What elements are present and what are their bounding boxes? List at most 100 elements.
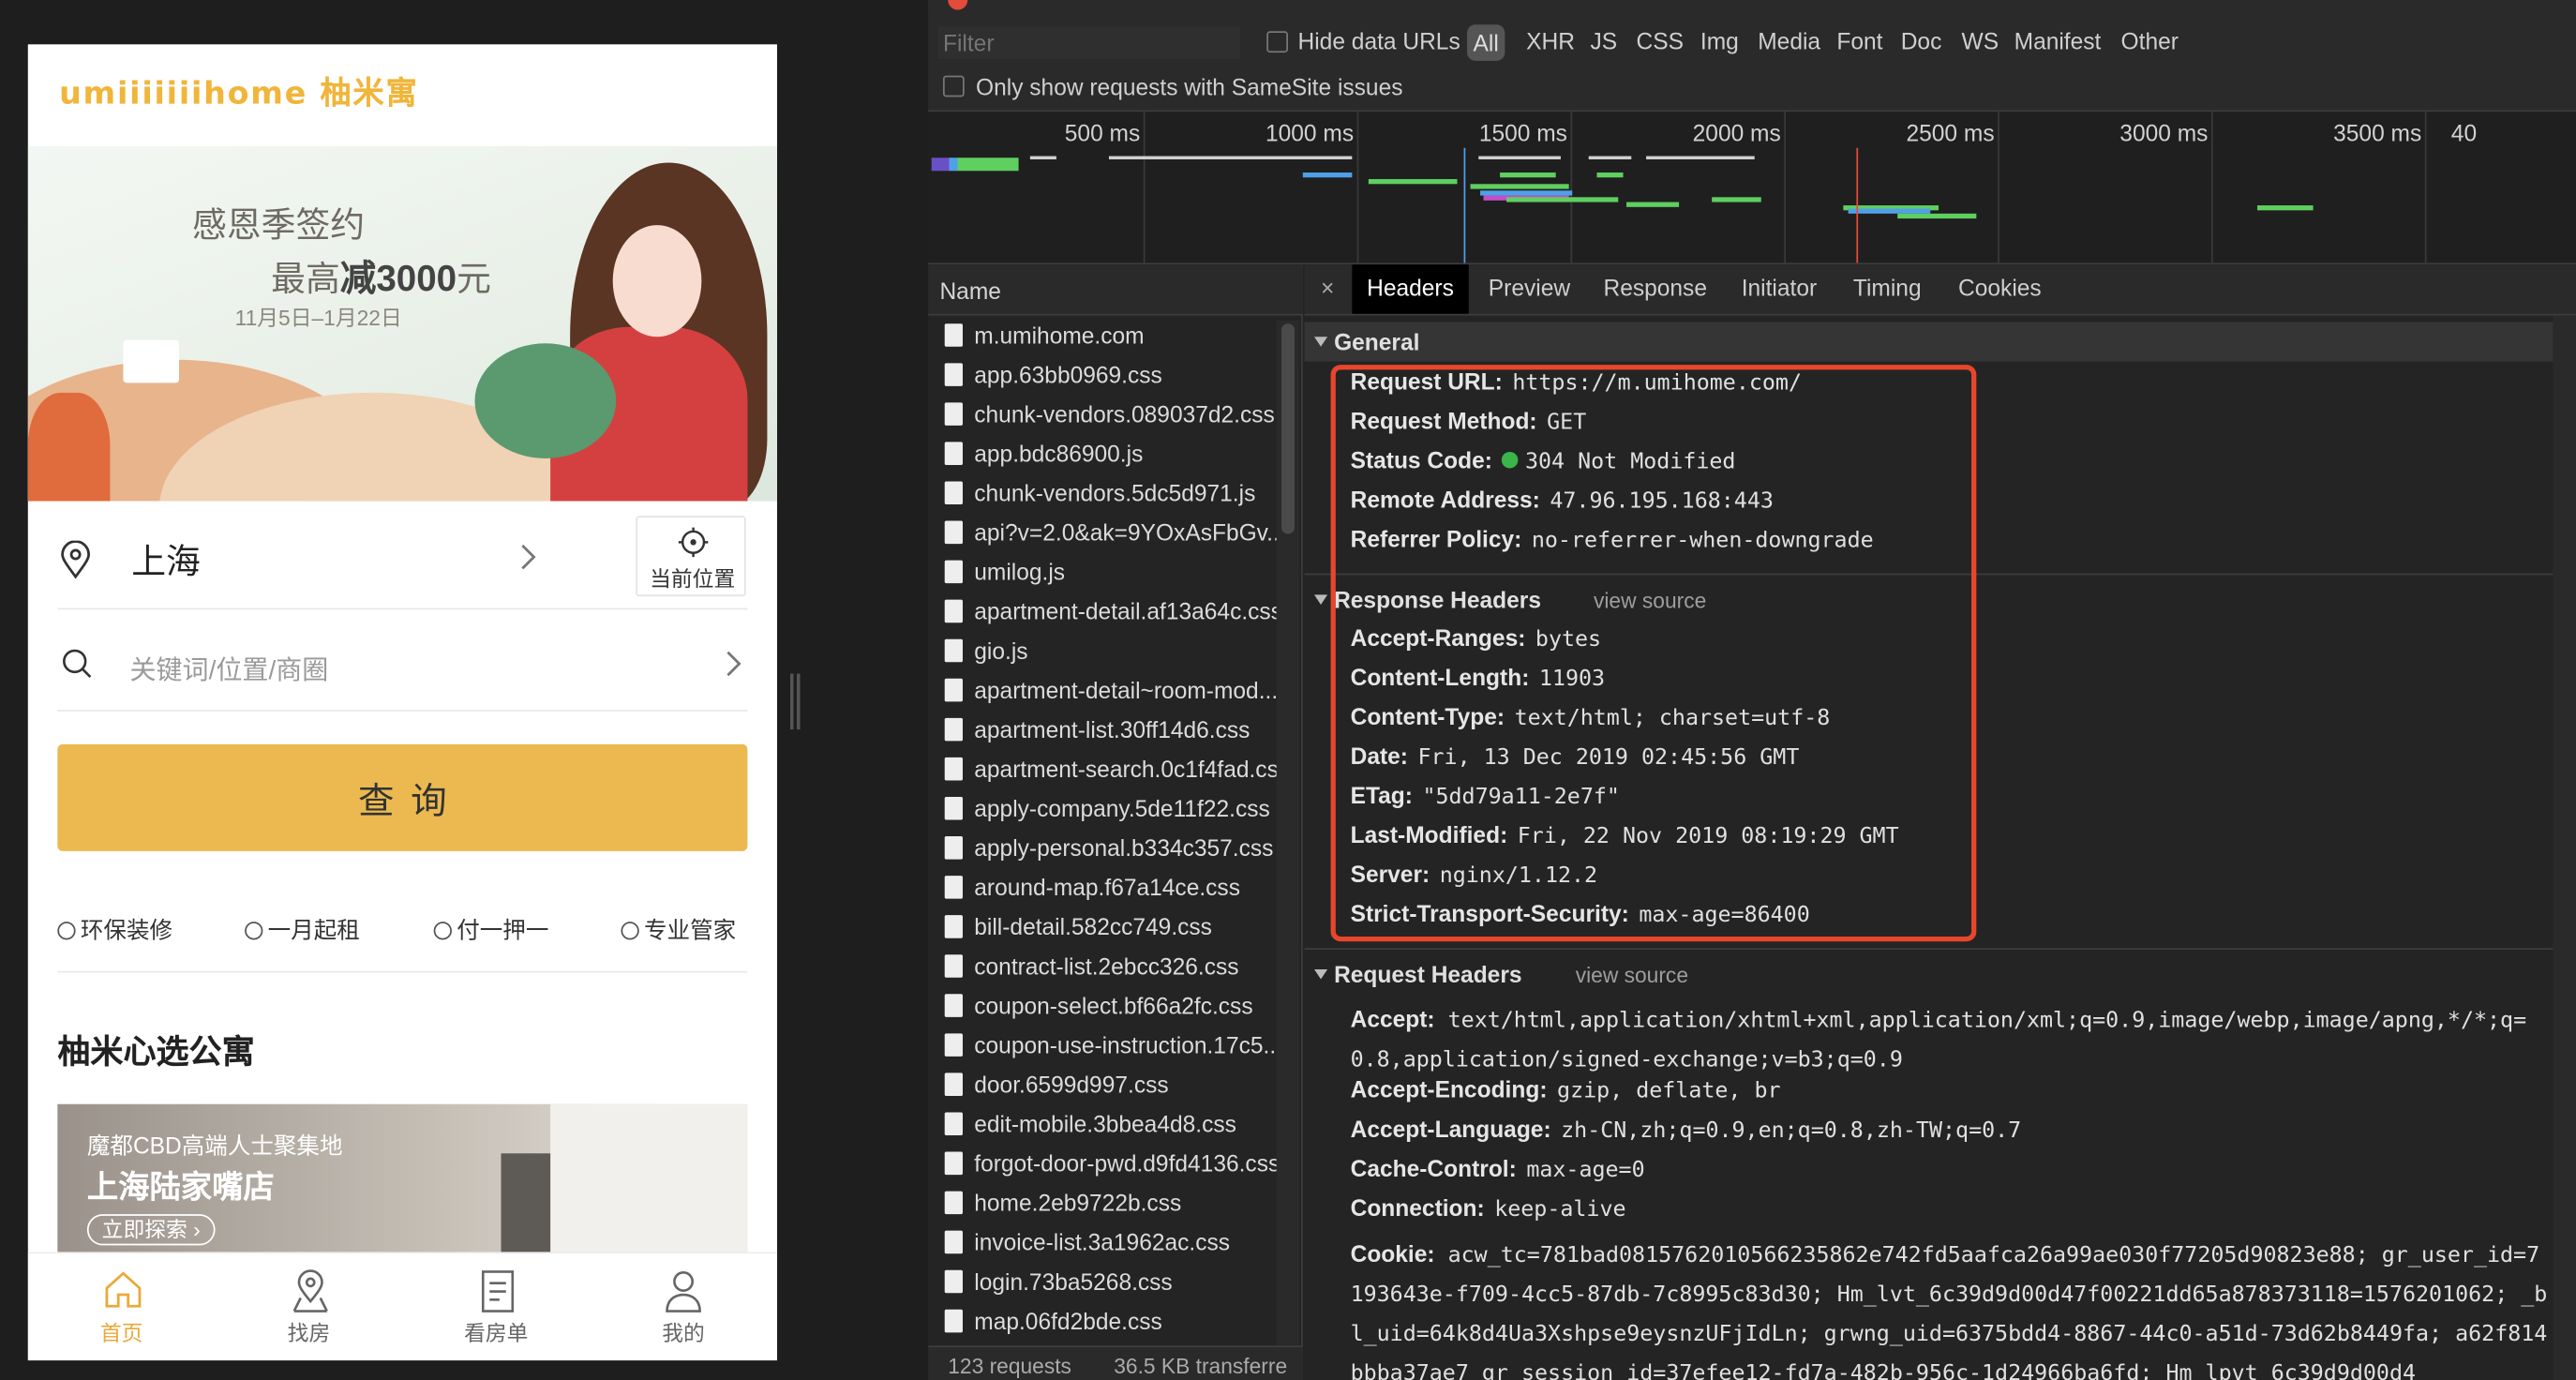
tab-cookies[interactable]: Cookies: [1943, 264, 2056, 314]
request-row[interactable]: chunk-vendors.5dc5d971.js: [928, 473, 1277, 513]
header-key: Accept:: [1350, 1005, 1435, 1032]
request-row[interactable]: map.06fd2bde.css: [928, 1301, 1277, 1341]
tab-timing[interactable]: Timing: [1838, 264, 1936, 314]
request-row[interactable]: edit-mobile.3bbea4d8.css: [928, 1104, 1277, 1144]
header-row-cookie: Cookie: acw_tc=781bad0815762010566235862…: [1351, 1234, 2550, 1380]
city-selector[interactable]: 上海 当前位置: [28, 504, 777, 611]
filter-img-button[interactable]: Img: [1700, 28, 1739, 54]
location-pin-icon: [61, 540, 91, 579]
network-timeline-overview[interactable]: 500 ms 1000 ms 1500 ms 2000 ms 2500 ms 3…: [928, 112, 2576, 265]
request-row[interactable]: api?v=2.0&ak=9YOxAsFbGv...: [928, 513, 1277, 552]
samesite-checkbox[interactable]: [942, 75, 965, 98]
request-row[interactable]: apartment-detail~room-mod...: [928, 670, 1277, 710]
filter-manifest-button[interactable]: Manifest: [2014, 28, 2102, 54]
current-location-button[interactable]: 当前位置: [636, 516, 746, 597]
file-icon: [944, 1033, 963, 1057]
request-name: apartment-detail.af13a64c.css: [974, 597, 1277, 624]
file-icon: [944, 599, 963, 623]
request-list-scrollbar[interactable]: [1276, 320, 1300, 1372]
tab-home[interactable]: 首页: [28, 1253, 216, 1360]
header-key: Request Method:: [1350, 407, 1537, 434]
request-row[interactable]: app.bdc86900.js: [928, 434, 1277, 473]
timeline-bar: [1897, 213, 1977, 219]
request-row[interactable]: apartment-list.30ff14d6.css: [928, 710, 1277, 749]
view-source-link[interactable]: view source: [1576, 963, 1688, 987]
name-column-header[interactable]: Name: [928, 264, 1303, 316]
general-section-header[interactable]: General: [1304, 322, 2554, 362]
request-row[interactable]: apartment-search.0c1f4fad.css: [928, 749, 1277, 788]
request-row[interactable]: contract-list.2ebcc326.css: [928, 946, 1277, 985]
header-row: Strict-Transport-Security: max-age=86400: [1351, 900, 1810, 939]
scrollbar-thumb[interactable]: [1281, 323, 1295, 534]
request-row[interactable]: gio.js: [928, 631, 1277, 670]
request-name: apartment-search.0c1f4fad.css: [974, 756, 1277, 783]
query-button[interactable]: 查询: [57, 743, 748, 851]
apartment-card[interactable]: 魔都CBD高端人士聚集地 上海陆家嘴店 立即探索 ›: [57, 1103, 748, 1268]
tab-preview[interactable]: Preview: [1474, 264, 1585, 314]
header-value: text/html,application/xhtml+xml,applicat…: [1350, 1009, 2527, 1073]
chevron-right-icon: [726, 651, 741, 677]
header-value: https://m.umihome.com/: [1512, 371, 1803, 397]
filter-input[interactable]: [937, 26, 1241, 60]
request-row[interactable]: forgot-door-pwd.d9fd4136.css: [928, 1144, 1277, 1183]
request-row[interactable]: app.63bb0969.css: [928, 355, 1277, 395]
filter-doc-button[interactable]: Doc: [1901, 28, 1942, 54]
request-row[interactable]: chunk-vendors.089037d2.css: [928, 395, 1277, 434]
request-row[interactable]: m.umihome.com: [928, 315, 1277, 354]
request-row[interactable]: apply-personal.b334c357.css: [928, 828, 1277, 867]
transferred-size: 36.5 KB transferre: [1114, 1354, 1288, 1379]
tab-response[interactable]: Response: [1589, 264, 1722, 314]
hide-data-urls-label: Hide data URLs: [1297, 27, 1460, 54]
header-row: Connection: keep-alive: [1351, 1194, 1626, 1234]
section-title: General: [1334, 328, 1420, 355]
search-input[interactable]: 关键词/位置/商圈: [28, 613, 777, 712]
filter-ws-button[interactable]: WS: [1962, 28, 1999, 54]
request-headers-section-header[interactable]: Request Headers view source: [1305, 954, 2554, 994]
header-key: Cache-Control:: [1350, 1155, 1517, 1182]
timeline-tick: 2500 ms: [1906, 119, 1995, 146]
tab-profile[interactable]: 我的: [590, 1253, 777, 1360]
tab-viewing-list[interactable]: 看房单: [402, 1253, 590, 1360]
request-row[interactable]: login.73ba5268.css: [928, 1262, 1277, 1301]
request-row[interactable]: coupon-use-instruction.17c5...: [928, 1026, 1277, 1065]
hide-data-urls-checkbox[interactable]: [1266, 31, 1288, 53]
header-row: Date: Fri, 13 Dec 2019 02:45:56 GMT: [1351, 742, 1800, 782]
explore-button[interactable]: 立即探索 ›: [86, 1214, 216, 1246]
check-circle-icon: [57, 922, 76, 940]
samesite-label: Only show requests with SameSite issues: [976, 73, 1403, 100]
filter-other-button[interactable]: Other: [2121, 28, 2179, 54]
panel-resize-handle[interactable]: [789, 673, 801, 730]
filter-xhr-button[interactable]: XHR: [1526, 28, 1575, 54]
header-value: 11903: [1538, 667, 1606, 692]
tab-find[interactable]: 找房: [216, 1253, 403, 1360]
request-row[interactable]: coupon-select.bf66a2fc.css: [928, 986, 1277, 1026]
tab-initiator[interactable]: Initiator: [1727, 264, 1832, 314]
response-headers-section-header[interactable]: Response Headers view source: [1305, 580, 2554, 620]
filter-all-button[interactable]: All: [1467, 24, 1505, 61]
filter-font-button[interactable]: Font: [1836, 28, 1882, 54]
request-row[interactable]: around-map.f67a14ce.css: [928, 867, 1277, 907]
timeline-gridline: [2210, 112, 2213, 263]
header-row: Accept-Encoding: gzip, deflate, br: [1351, 1076, 1781, 1116]
filter-media-button[interactable]: Media: [1758, 28, 1820, 54]
detail-scrollbar[interactable]: [2553, 315, 2576, 1380]
timeline-tick: 500 ms: [1064, 119, 1141, 146]
timeline-bar: [931, 158, 1019, 172]
request-row[interactable]: home.2eb9722b.css: [928, 1183, 1277, 1222]
promo-banner[interactable]: 感恩季签约 最高减3000元 11月5日–1月22日: [27, 145, 777, 502]
filter-css-button[interactable]: CSS: [1637, 28, 1684, 54]
request-row[interactable]: bill-detail.582cc749.css: [928, 907, 1277, 946]
request-row[interactable]: apartment-detail.af13a64c.css: [928, 592, 1277, 631]
request-row[interactable]: apply-company.5de11f22.css: [928, 788, 1277, 828]
load-event-marker: [1856, 147, 1859, 263]
view-source-link[interactable]: view source: [1594, 588, 1706, 612]
header-value: zh-CN,zh;q=0.9,en;q=0.8,zh-TW;q=0.7: [1561, 1118, 2022, 1144]
close-icon[interactable]: ×: [1321, 275, 1334, 301]
feature-label: 付一押一: [457, 916, 549, 943]
request-row[interactable]: invoice-list.3a1962ac.css: [928, 1222, 1277, 1262]
request-row[interactable]: door.6599d997.css: [928, 1065, 1277, 1104]
filter-js-button[interactable]: JS: [1590, 28, 1617, 54]
request-row[interactable]: umilog.js: [928, 552, 1277, 592]
request-name: gio.js: [974, 637, 1028, 665]
tab-headers[interactable]: Headers: [1352, 264, 1469, 314]
